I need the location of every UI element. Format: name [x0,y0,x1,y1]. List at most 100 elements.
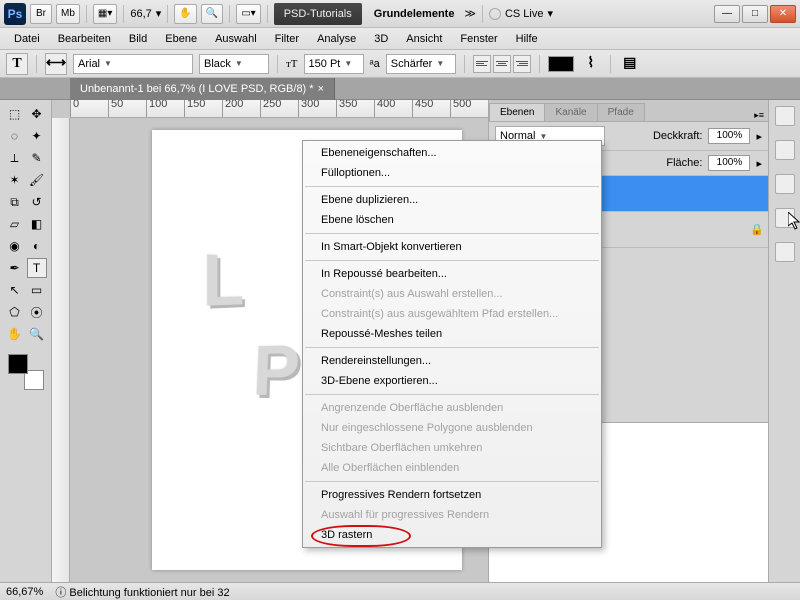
brush-tool[interactable]: 🖌 [27,170,47,190]
workspace-name[interactable]: Grundelemente [374,8,455,20]
dock-adjustments-icon[interactable] [775,140,795,160]
ctx-rendereinstellungen[interactable]: Rendereinstellungen... [303,351,601,371]
menu-auswahl[interactable]: Auswahl [207,31,265,47]
cslive-icon [489,8,501,20]
dock-swatches-icon[interactable] [775,174,795,194]
color-swatches[interactable] [8,354,44,390]
collapsed-panel-dock [768,100,800,582]
tab-close-icon[interactable]: × [318,83,324,95]
toolbox: ⬚✥ ◌✦ ⟂✎ ✶🖌 ⧉↺ ▱◧ ◉◐ ✒T ↖▭ ⬠⦿ ✋🔍 [0,100,52,582]
panel-menu-icon[interactable]: ▸≡ [754,110,764,121]
dock-layers-icon[interactable] [775,242,795,262]
hand-tool[interactable]: ✋ [5,324,25,344]
magic-wand-tool[interactable]: ✦ [27,126,47,146]
align-left-button[interactable] [473,55,491,73]
font-family-select[interactable]: Arial▼ [73,54,193,74]
menu-datei[interactable]: Datei [6,31,48,47]
eyedropper-tool[interactable]: ✎ [27,148,47,168]
ctx-3d-rastern[interactable]: 3D rastern [303,525,601,545]
ctx-ebene-loeschen[interactable]: Ebene löschen [303,210,601,230]
opacity-flyout-icon[interactable]: ▸ [756,130,762,143]
bridge-button[interactable]: Br [30,4,52,24]
ctx-smart-objekt[interactable]: In Smart-Objekt konvertieren [303,237,601,257]
cslive-label[interactable]: CS Live [505,8,544,20]
menu-hilfe[interactable]: Hilfe [508,31,546,47]
maximize-button[interactable]: □ [742,5,768,23]
zoom-tool-button[interactable]: 🔍 [201,4,223,24]
font-weight-select[interactable]: Black▼ [199,54,269,74]
selection-tool[interactable]: ⬚ [5,104,25,124]
lasso-tool[interactable]: ◌ [5,126,25,146]
canvas-letter-p: P [251,331,300,414]
ctx-repousse-meshes[interactable]: Repoussé-Meshes teilen [303,324,601,344]
tab-pfade[interactable]: Pfade [597,103,645,121]
ctx-ebeneneigenschaften[interactable]: Ebeneneigenschaften... [303,143,601,163]
dodge-tool[interactable]: ◐ [27,236,47,256]
zoom-level[interactable]: 66,7 [130,8,151,20]
ctx-3d-ebene-exportieren[interactable]: 3D-Ebene exportieren... [303,371,601,391]
blur-tool[interactable]: ◉ [5,236,25,256]
fill-flyout-icon[interactable]: ▸ [756,157,762,170]
screen-mode-button[interactable]: ▭▾ [236,4,260,24]
menu-analyse[interactable]: Analyse [309,31,364,47]
antialiasing-select[interactable]: Schärfer▼ [386,54,456,74]
minibridge-button[interactable]: Mb [56,4,80,24]
opacity-field[interactable]: 100% [708,128,750,144]
close-button[interactable]: ✕ [770,5,796,23]
3d-camera-tool[interactable]: ⦿ [27,302,47,322]
dock-tools-icon[interactable] [775,208,795,228]
title-bar: Ps Br Mb ▦▾ 66,7▾ ✋ 🔍 ▭▾ PSD-Tutorials G… [0,0,800,28]
ctx-fuelloptionen[interactable]: Fülloptionen... [303,163,601,183]
context-menu: Ebeneneigenschaften... Fülloptionen... E… [302,140,602,548]
hand-tool-button[interactable]: ✋ [174,4,196,24]
text-orientation-button[interactable]: ⟷ [45,53,67,75]
shape-tool[interactable]: ▭ [27,280,47,300]
menu-filter[interactable]: Filter [267,31,307,47]
align-center-button[interactable] [493,55,511,73]
menu-bild[interactable]: Bild [121,31,155,47]
warp-text-button[interactable]: ⌇ [580,53,602,75]
type-tool[interactable]: T [27,258,47,278]
gradient-tool[interactable]: ◧ [27,214,47,234]
text-color-swatch[interactable] [548,56,574,72]
app-logo: Ps [4,3,26,25]
ctx-repousse-bearbeiten[interactable]: In Repoussé bearbeiten... [303,264,601,284]
document-tab[interactable]: Unbenannt-1 bei 66,7% (I LOVE PSD, RGB/8… [70,78,335,100]
size-icon: тT [286,58,298,70]
tool-preset[interactable]: T [6,53,28,75]
menu-fenster[interactable]: Fenster [452,31,505,47]
zoom-tool[interactable]: 🔍 [27,324,47,344]
tab-ebenen[interactable]: Ebenen [489,103,545,121]
ctx-progressives-rendern[interactable]: Progressives Rendern fortsetzen [303,485,601,505]
ctx-ebene-duplizieren[interactable]: Ebene duplizieren... [303,190,601,210]
opacity-label: Deckkraft: [653,130,703,142]
pen-tool[interactable]: ✒ [5,258,25,278]
move-tool[interactable]: ✥ [27,104,47,124]
menu-ansicht[interactable]: Ansicht [398,31,450,47]
dock-color-icon[interactable] [775,106,795,126]
ctx-eingeschlossene-polygone: Nur eingeschlossene Polygone ausblenden [303,418,601,438]
menu-ebene[interactable]: Ebene [157,31,205,47]
history-brush-tool[interactable]: ↺ [27,192,47,212]
3d-tool[interactable]: ⬠ [5,302,25,322]
options-bar: T ⟷ Arial▼ Black▼ тT 150 Pt▼ ᵃa Schärfer… [0,50,800,78]
font-size-select[interactable]: 150 Pt▼ [304,54,364,74]
healing-tool[interactable]: ✶ [5,170,25,190]
menu-bearbeiten[interactable]: Bearbeiten [50,31,119,47]
fill-field[interactable]: 100% [708,155,750,171]
eraser-tool[interactable]: ▱ [5,214,25,234]
stamp-tool[interactable]: ⧉ [5,192,25,212]
tab-kanaele[interactable]: Kanäle [544,103,597,121]
crop-tool[interactable]: ⟂ [5,148,25,168]
menu-3d[interactable]: 3D [366,31,396,47]
view-extras-button[interactable]: ▦▾ [93,4,117,24]
status-zoom[interactable]: 66,67% [6,586,43,598]
paragraph-panel-button[interactable]: ▤ [619,53,641,75]
ctx-auswahl-progressives: Auswahl für progressives Rendern [303,505,601,525]
breadcrumb-tag[interactable]: PSD-Tutorials [274,3,362,25]
path-selection-tool[interactable]: ↖ [5,280,25,300]
chevron-right-icon[interactable]: ≫ [464,7,476,20]
document-tab-bar: Unbenannt-1 bei 66,7% (I LOVE PSD, RGB/8… [0,78,800,100]
align-right-button[interactable] [513,55,531,73]
minimize-button[interactable]: — [714,5,740,23]
